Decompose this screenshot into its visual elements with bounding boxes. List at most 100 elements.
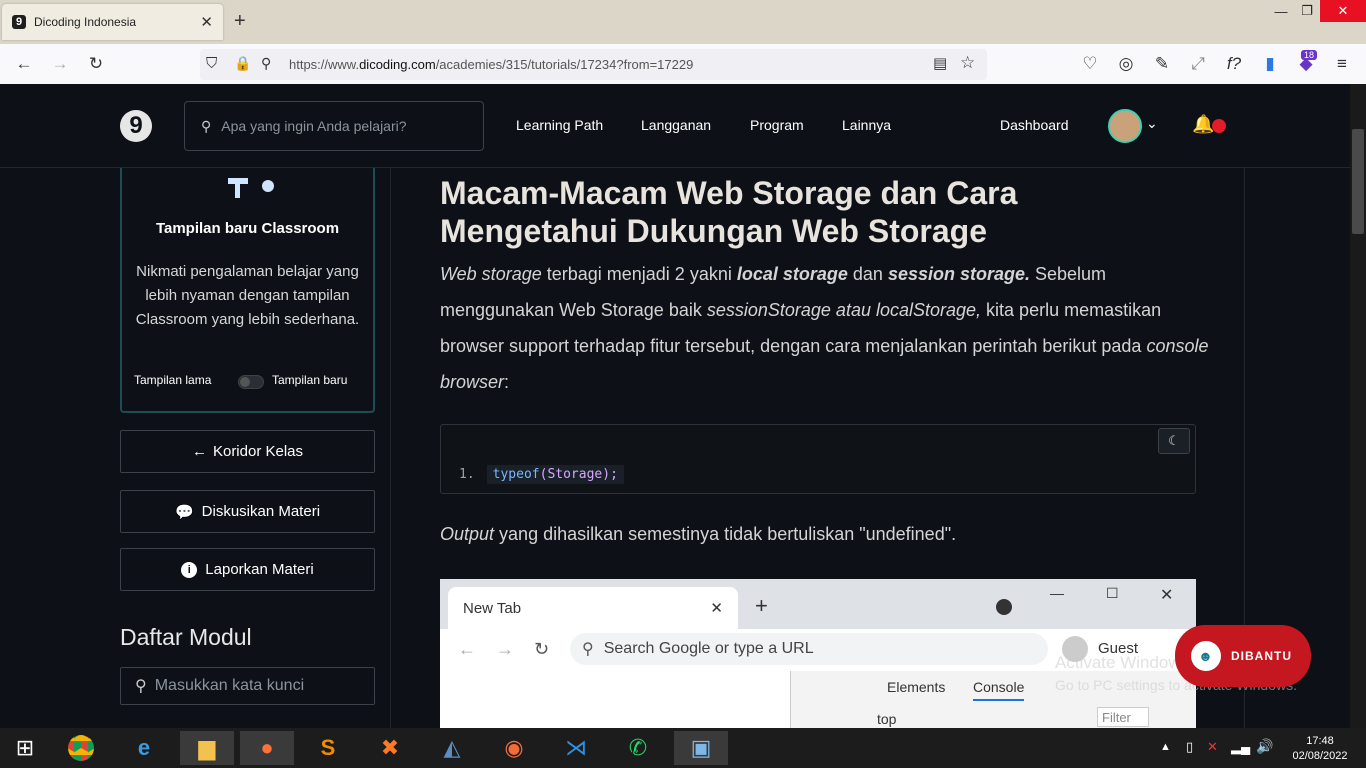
toggle-label-new: Tampilan baru: [272, 373, 348, 387]
back-icon[interactable]: ←: [12, 52, 36, 76]
tray-chevron-icon[interactable]: ▲: [1160, 741, 1171, 753]
internet-explorer-icon[interactable]: e: [124, 731, 164, 765]
extension-glasses-icon[interactable]: ◎: [1114, 52, 1138, 76]
embedded-tab: New Tab ✕: [448, 587, 738, 629]
xampp-icon[interactable]: ✖: [370, 731, 410, 765]
embedded-dropdown-icon: [996, 599, 1012, 615]
page-scrollbar[interactable]: [1350, 84, 1366, 728]
reader-view-icon[interactable]: ▤: [933, 54, 947, 72]
chrome-icon[interactable]: [61, 731, 101, 765]
dibantu-label: DIBANTU: [1231, 649, 1292, 663]
window-close-icon[interactable]: ✕: [1320, 0, 1366, 22]
extension-doc-icon[interactable]: ▮: [1258, 52, 1282, 76]
menu-program[interactable]: Program: [750, 117, 804, 133]
postman-icon[interactable]: ◉: [494, 731, 534, 765]
user-avatar[interactable]: [1108, 109, 1142, 143]
diskusikan-materi-button[interactable]: 💬 Diskusikan Materi: [120, 490, 375, 533]
signal-icon[interactable]: ▂▄: [1231, 739, 1250, 755]
extension-badge-count: 18: [1301, 50, 1318, 60]
theme-toggle-moon-icon[interactable]: ☾: [1158, 428, 1190, 454]
site-search-input[interactable]: ⚲ Apa yang ingin Anda pelajari?: [184, 101, 484, 151]
faucet-icon: [226, 174, 274, 198]
permissions-icon[interactable]: ⚲: [261, 55, 271, 72]
windows-start-icon[interactable]: ⊞: [5, 731, 45, 765]
modul-search-input[interactable]: ⚲ Masukkan kata kunci: [120, 667, 375, 705]
chevron-down-icon[interactable]: ⌄: [1146, 115, 1158, 132]
clock-date: 02/08/2022: [1292, 750, 1348, 762]
modul-list-title: Daftar Modul: [120, 624, 252, 650]
battery-icon[interactable]: ▯: [1186, 739, 1193, 755]
menu-learning-path[interactable]: Learning Path: [516, 117, 603, 133]
whatsapp-icon[interactable]: ✆: [618, 731, 658, 765]
toggle-label-old: Tampilan lama: [134, 373, 212, 387]
text-seg: dan: [847, 264, 888, 284]
activate-windows-watermark: Activate Windows: [1055, 653, 1190, 672]
devtools-elements-tab: Elements: [887, 679, 946, 695]
search-placeholder: Apa yang ingin Anda pelajari?: [221, 118, 407, 134]
view-toggle-switch[interactable]: [238, 375, 264, 389]
embedded-back-icon: ←: [458, 639, 476, 659]
text-storage-apis: sessionStorage atau localStorage,: [706, 300, 982, 320]
laporkan-materi-button[interactable]: i Laporkan Materi: [120, 548, 375, 591]
embedded-newtab-icon: +: [755, 593, 768, 618]
devtools-console-tab: Console: [973, 679, 1025, 701]
clock-time: 17:48: [1306, 735, 1334, 747]
embedded-close-icon: ✕: [710, 600, 723, 617]
robot-icon: ☻: [1191, 641, 1221, 671]
forward-icon[interactable]: →: [48, 52, 72, 76]
dicoding-favicon: 9: [12, 15, 26, 29]
menu-hamburger-icon[interactable]: ≡: [1330, 52, 1354, 76]
extension-font-icon[interactable]: f?: [1222, 52, 1246, 76]
close-tab-icon[interactable]: ✕: [200, 13, 213, 31]
clock[interactable]: 17:48 02/08/2022: [1290, 734, 1350, 764]
diskusikan-materi-label: Diskusikan Materi: [201, 503, 321, 520]
url-bar[interactable]: ⛉ 🔒 ⚲ https://www.dicoding.com/academies…: [200, 49, 987, 80]
koridor-kelas-button[interactable]: ← Koridor Kelas: [120, 430, 375, 473]
embedded-reload-icon: ↻: [534, 639, 550, 659]
lock-icon[interactable]: 🔒: [234, 55, 251, 72]
new-tab-button[interactable]: +: [234, 10, 246, 33]
tab-title: Dicoding Indonesia: [34, 15, 137, 29]
sublime-text-icon[interactable]: S: [308, 731, 348, 765]
photos-icon[interactable]: ▣: [674, 731, 728, 765]
browser-tab[interactable]: 9 Dicoding Indonesia ✕: [2, 4, 223, 40]
reload-icon[interactable]: ↻: [84, 52, 108, 76]
info-icon: i: [181, 561, 198, 578]
vscode-icon[interactable]: ⋊: [556, 731, 596, 765]
bookmark-star-icon[interactable]: ☆: [960, 53, 975, 73]
shield-icon[interactable]: ⛉: [206, 55, 217, 72]
firefox-icon[interactable]: ●: [240, 731, 294, 765]
scrollbar-thumb[interactable]: [1352, 129, 1364, 234]
menu-langganan[interactable]: Langganan: [641, 117, 711, 133]
notification-dot: [1212, 119, 1226, 133]
card-title: Tampilan baru Classroom: [155, 220, 340, 237]
embedded-minimize-icon: —: [1050, 585, 1064, 601]
code-line: 1. typeof(Storage);: [459, 465, 624, 484]
code-arg: (Storage);: [539, 467, 618, 482]
menu-lainnya[interactable]: Lainnya: [842, 117, 891, 133]
text-session-storage: session storage.: [887, 264, 1030, 284]
toggle-knob: [240, 377, 250, 387]
file-explorer-icon[interactable]: ▆: [180, 731, 234, 765]
restore-icon[interactable]: ❐: [1292, 0, 1322, 22]
line-number: 1.: [459, 467, 475, 482]
dibantu-chat-button[interactable]: ☻ DIBANTU: [1175, 625, 1311, 687]
url-text[interactable]: https://www.dicoding.com/academies/315/t…: [289, 57, 693, 72]
notification-bell-icon[interactable]: 🔔: [1192, 114, 1214, 136]
volume-icon[interactable]: 🔊: [1256, 738, 1273, 755]
laporkan-materi-label: Laporkan Materi: [205, 561, 314, 578]
arrow-left-icon: ←: [191, 443, 207, 460]
pocket-icon[interactable]: ♡: [1078, 52, 1102, 76]
web-page: 9 ⚲ Apa yang ingin Anda pelajari? Learni…: [0, 84, 1350, 728]
network-off-icon[interactable]: ✕: [1207, 739, 1218, 755]
text-seg: yang dihasilkan semestinya tidak bertuli…: [494, 524, 957, 544]
extension-screenshot-icon[interactable]: ⤢: [1186, 52, 1210, 76]
dicoding-logo[interactable]: 9: [120, 110, 152, 142]
menu-dashboard[interactable]: Dashboard: [1000, 117, 1069, 133]
site-header: 9 ⚲ Apa yang ingin Anda pelajari? Learni…: [0, 84, 1350, 168]
mysql-workbench-icon[interactable]: ◭: [432, 731, 472, 765]
code-keyword: typeof: [492, 467, 540, 482]
embedded-tab-strip: New Tab ✕ + — ☐ ✕: [440, 579, 1196, 629]
extension-pen-icon[interactable]: ✎: [1150, 52, 1174, 76]
browser-tab-bar: 9 Dicoding Indonesia ✕ + — ❐ ✕: [0, 0, 1366, 44]
